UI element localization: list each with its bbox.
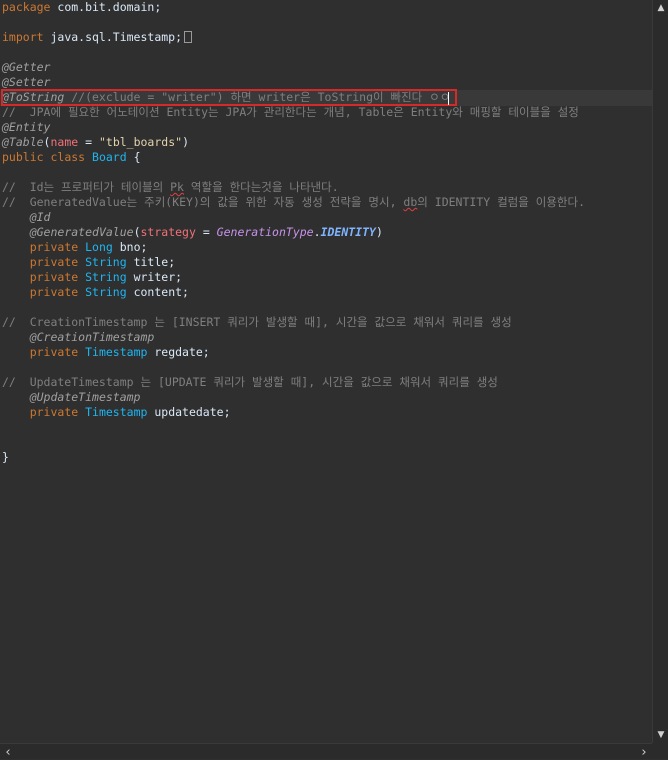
code-line-creation-comment[interactable]: // CreationTimestamp 는 [INSERT 쿼리가 발생할 때… — [2, 315, 512, 330]
package-name: com.bit.domain; — [50, 0, 162, 14]
field-name: writer; — [126, 270, 183, 284]
code-line-import[interactable]: import java.sql.Timestamp; — [2, 30, 193, 45]
keyword-private: private — [29, 345, 79, 359]
scroll-left-arrow-icon[interactable]: ‹ — [0, 744, 16, 760]
id-comment-pk: Pk — [170, 180, 184, 194]
field-name: title; — [126, 255, 176, 269]
code-line-field-writer[interactable]: private String writer; — [2, 270, 182, 285]
annotation-getter: @Getter — [2, 60, 51, 74]
scroll-right-arrow-icon[interactable]: › — [636, 744, 652, 760]
gen-comment-part1: // GeneratedValue는 주키(KEY)의 값을 위한 자동 생성 … — [2, 195, 404, 209]
field-name: content; — [126, 285, 189, 299]
paren-close: ) — [375, 225, 383, 239]
code-line-update-comment[interactable]: // UpdateTimestamp 는 [UPDATE 쿼리가 발생할 때],… — [2, 375, 498, 390]
equals-sign: = — [195, 225, 217, 239]
equals-sign: = — [78, 135, 99, 149]
code-line-generated-value[interactable]: @GeneratedValue(strategy = GenerationTyp… — [2, 225, 383, 240]
field-name: bno; — [112, 240, 148, 254]
field-type: Timestamp — [85, 345, 148, 359]
paren-open: ( — [133, 225, 141, 239]
paren-close: ) — [182, 135, 189, 149]
field-type: String — [85, 255, 127, 269]
vertical-scrollbar[interactable]: ▲ ▼ — [652, 0, 668, 743]
code-line-package[interactable]: package com.bit.domain; — [2, 0, 161, 15]
class-name: Board — [92, 150, 127, 164]
code-line-setter[interactable]: @Setter — [2, 75, 50, 90]
annotation-generated-value: @GeneratedValue — [29, 225, 134, 239]
code-line-field-updatedate[interactable]: private Timestamp updatedate; — [2, 405, 231, 420]
keyword-private: private — [29, 405, 79, 419]
jpa-comment: // JPA에 필요한 어노테이션 Entity는 JPA가 관리한다는 개념,… — [2, 105, 579, 119]
keyword-private: private — [29, 270, 79, 284]
code-line-field-bno[interactable]: private Long bno; — [2, 240, 148, 255]
field-type: String — [85, 285, 127, 299]
creation-comment: // CreationTimestamp 는 [INSERT 쿼리가 발생할 때… — [2, 315, 512, 329]
keyword-private: private — [29, 240, 79, 254]
annotation-creation-timestamp: @CreationTimestamp — [29, 330, 155, 344]
table-name-value: "tbl_boards" — [98, 135, 183, 149]
id-comment-part2: 역할을 한다는것을 나타낸다. — [183, 180, 339, 194]
table-name-key: name — [50, 135, 79, 149]
scroll-up-arrow-icon[interactable]: ▲ — [653, 0, 668, 16]
code-line-gen-comment[interactable]: // GeneratedValue는 주키(KEY)의 값을 위한 자동 생성 … — [2, 195, 585, 210]
code-line-id-comment[interactable]: // Id는 프로퍼티가 테이블의 Pk 역할을 한다는것을 나타낸다. — [2, 180, 339, 195]
scroll-down-arrow-icon[interactable]: ▼ — [653, 727, 668, 743]
gen-comment-db: db — [403, 195, 418, 209]
text-caret — [448, 92, 449, 105]
field-type: String — [85, 270, 127, 284]
code-line-table[interactable]: @Table(name = "tbl_boards") — [2, 135, 189, 150]
code-line-class-decl[interactable]: public class Board { — [2, 150, 141, 165]
horizontal-scrollbar[interactable]: ‹ › — [0, 743, 652, 760]
brace-close: } — [2, 450, 9, 464]
annotation-setter: @Setter — [2, 75, 51, 89]
field-type: Long — [85, 240, 113, 254]
dot: . — [313, 225, 321, 239]
generation-type: GenerationType — [216, 225, 314, 239]
identity-constant: IDENTITY — [320, 225, 376, 239]
annotation-update-timestamp: @UpdateTimestamp — [29, 390, 141, 404]
code-line-creation-anno[interactable]: @CreationTimestamp — [2, 330, 155, 345]
code-line-field-title[interactable]: private String title; — [2, 255, 175, 270]
code-line-id[interactable]: @Id — [2, 210, 51, 225]
code-line-entity[interactable]: @Entity — [2, 120, 50, 135]
keyword-public: public — [2, 150, 44, 164]
keyword-class: class — [43, 150, 93, 164]
keyword-private: private — [29, 255, 79, 269]
import-name: java.sql.Timestamp; — [43, 30, 183, 44]
fold-marker-icon[interactable] — [184, 31, 193, 43]
selection-highlight-box — [1, 89, 457, 106]
scrollbar-corner — [652, 743, 668, 759]
code-line-class-end[interactable]: } — [2, 450, 9, 465]
keyword-private: private — [29, 285, 79, 299]
keyword-package: package — [2, 0, 51, 14]
brace-open: { — [126, 150, 141, 164]
gen-comment-part2: 의 IDENTITY 컬럼을 이용한다. — [417, 195, 586, 209]
code-line-jpa-comment[interactable]: // JPA에 필요한 어노테이션 Entity는 JPA가 관리한다는 개념,… — [2, 105, 579, 120]
update-comment: // UpdateTimestamp 는 [UPDATE 쿼리가 발생할 때],… — [2, 375, 498, 389]
code-line-getter[interactable]: @Getter — [2, 60, 50, 75]
keyword-import: import — [2, 30, 44, 44]
code-line-field-regdate[interactable]: private Timestamp regdate; — [2, 345, 210, 360]
id-comment-part1: // Id는 프로퍼티가 테이블의 — [2, 180, 171, 194]
code-line-update-anno[interactable]: @UpdateTimestamp — [2, 390, 141, 405]
annotation-table: @Table — [2, 135, 44, 149]
field-type: Timestamp — [85, 405, 148, 419]
strategy-key: strategy — [140, 225, 196, 239]
annotation-entity: @Entity — [2, 120, 51, 134]
code-editor[interactable]: package com.bit.domain; import java.sql.… — [0, 0, 652, 743]
field-name: updatedate; — [147, 405, 231, 419]
code-line-field-content[interactable]: private String content; — [2, 285, 189, 300]
field-name: regdate; — [147, 345, 210, 359]
annotation-id: @Id — [29, 210, 51, 224]
